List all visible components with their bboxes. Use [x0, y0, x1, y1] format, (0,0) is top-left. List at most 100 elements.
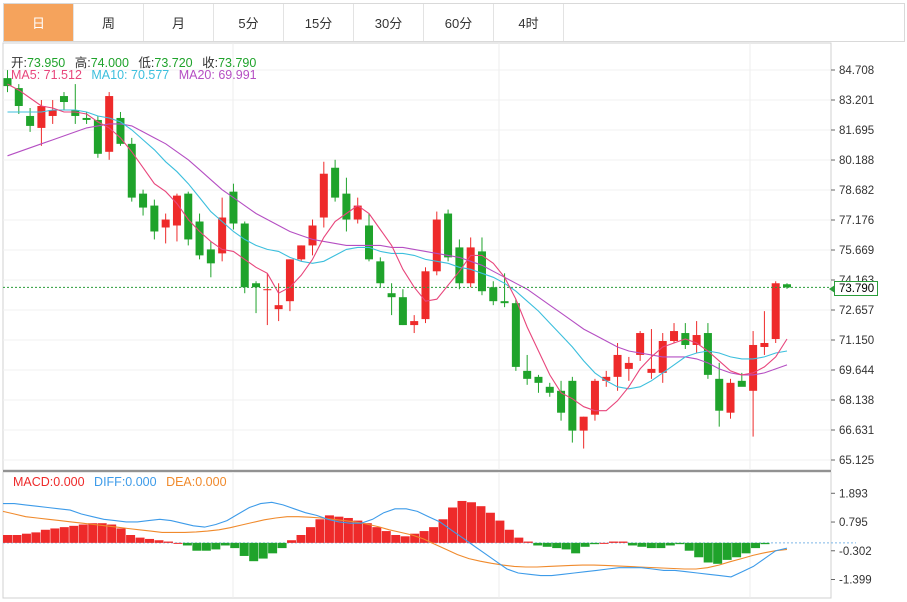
y-tick-label: 84.708: [839, 65, 874, 77]
y-tick-label: 71.150: [839, 335, 874, 347]
macd-histogram-bar: [182, 542, 192, 546]
macd-histogram-bar: [145, 538, 155, 543]
y-tick-label: 72.657: [839, 305, 874, 317]
candle-body: [206, 249, 215, 264]
candle-body: [319, 173, 328, 218]
macd-histogram-bar: [88, 523, 98, 543]
candle-body: [229, 191, 238, 224]
macd-histogram-bar: [277, 542, 287, 549]
macd-histogram-bar: [514, 537, 524, 543]
candle-body: [387, 293, 396, 298]
candle-body: [636, 333, 645, 355]
macd-histogram-bar: [722, 542, 732, 560]
macd-histogram-bar: [637, 542, 647, 547]
candle-body: [737, 380, 746, 387]
macd-histogram-bar: [429, 527, 439, 543]
candle-body: [489, 287, 498, 302]
macd-histogram-bar: [485, 512, 495, 543]
macd-histogram-bar: [362, 523, 372, 543]
macd-histogram-bar: [268, 542, 278, 554]
macd-histogram-bar: [391, 535, 401, 543]
y-tick-label: 68.138: [839, 395, 874, 407]
ma10-line: [7, 109, 788, 390]
diff-value: 0.000: [125, 475, 157, 489]
candle-body: [726, 382, 735, 413]
candle-body: [398, 297, 407, 326]
macd-histogram-bar: [154, 540, 164, 543]
y-tick-label: 78.682: [839, 185, 874, 197]
macd-histogram-bar: [438, 519, 448, 543]
ma20-value: 69.991: [218, 68, 257, 82]
current-price-tag: 73.790: [829, 281, 878, 296]
candle-body: [534, 376, 543, 383]
diff-label: DIFF:: [94, 475, 126, 489]
macd-histogram-bar: [732, 542, 742, 558]
candle-body: [670, 331, 679, 342]
candle-body: [545, 386, 554, 393]
y-tick-label: 65.125: [839, 455, 874, 467]
candle-body: [376, 261, 385, 284]
macd-histogram-bar: [220, 542, 230, 546]
macd-histogram-bar: [751, 542, 761, 549]
macd-histogram-bar: [675, 542, 685, 545]
macd-histogram-bar: [580, 542, 590, 547]
macd-histogram-bar: [230, 542, 240, 549]
ma-info: MA5: 71.512 MA10: 70.577 MA20: 69.991: [11, 68, 263, 82]
macd-histogram-bar: [665, 542, 675, 546]
macd-histogram-bar: [116, 528, 126, 543]
y-tick-label: 66.631: [839, 425, 874, 437]
macd-histogram-bar: [126, 535, 136, 543]
candle-body: [365, 225, 374, 260]
candle-body: [568, 380, 577, 431]
candle-body: [82, 117, 91, 120]
ma5-value: 71.512: [43, 68, 82, 82]
candle-body: [161, 219, 170, 228]
macd-histogram-bar: [694, 542, 704, 558]
ma5-label: MA5:: [11, 68, 41, 82]
macd-histogram-bar: [50, 528, 60, 543]
macd-histogram-bar: [476, 506, 486, 543]
macd-histogram-bar: [3, 535, 12, 543]
macd-histogram-bar: [760, 542, 770, 545]
candle-body: [760, 342, 769, 347]
macd-histogram-bar: [533, 542, 543, 546]
candle-body: [624, 362, 633, 369]
candle-body: [285, 259, 294, 302]
y-tick-label: 75.669: [839, 245, 874, 257]
macd-histogram-bar: [258, 542, 268, 559]
macd-histogram-bar: [12, 535, 22, 543]
candle-body: [444, 213, 453, 258]
macd-histogram-bar: [627, 542, 637, 546]
macd-histogram-bar: [315, 519, 325, 543]
macd-histogram-bar: [249, 542, 259, 562]
candle-body: [613, 354, 622, 377]
macd-label: MACD:: [13, 475, 54, 489]
macd-histogram-bar: [400, 536, 410, 543]
candle-body: [150, 205, 159, 232]
y-tick-label: 77.176: [839, 215, 874, 227]
macd-tick-label: -1.399: [839, 574, 872, 586]
macd-histogram-bar: [135, 537, 145, 543]
macd-histogram-bar: [741, 542, 751, 554]
candle-body: [455, 247, 464, 284]
macd-histogram-bar: [703, 542, 713, 563]
macd-value: 0.000: [53, 475, 85, 489]
macd-histogram-bar: [21, 533, 31, 543]
ma10-value: 70.577: [131, 68, 170, 82]
candle-body: [308, 225, 317, 246]
candle-body: [749, 344, 758, 391]
candle-body: [771, 283, 780, 340]
macd-histogram-bar: [713, 542, 723, 564]
candle-body: [647, 368, 656, 373]
y-tick-label: 80.188: [839, 155, 874, 167]
macd-histogram-bar: [571, 542, 581, 554]
macd-histogram-bar: [40, 529, 50, 543]
macd-histogram-bar: [353, 520, 363, 543]
macd-histogram-bar: [306, 527, 315, 543]
macd-tick-label: 1.893: [839, 488, 868, 500]
chart-canvas[interactable]: 84.708 83.201 81.695 80.188 78.682 77.176 75.6…: [0, 0, 907, 602]
macd-histogram-bar: [523, 541, 533, 543]
macd-histogram-bar: [599, 542, 609, 544]
macd-histogram-bar: [59, 527, 69, 543]
candle-body: [410, 321, 419, 326]
